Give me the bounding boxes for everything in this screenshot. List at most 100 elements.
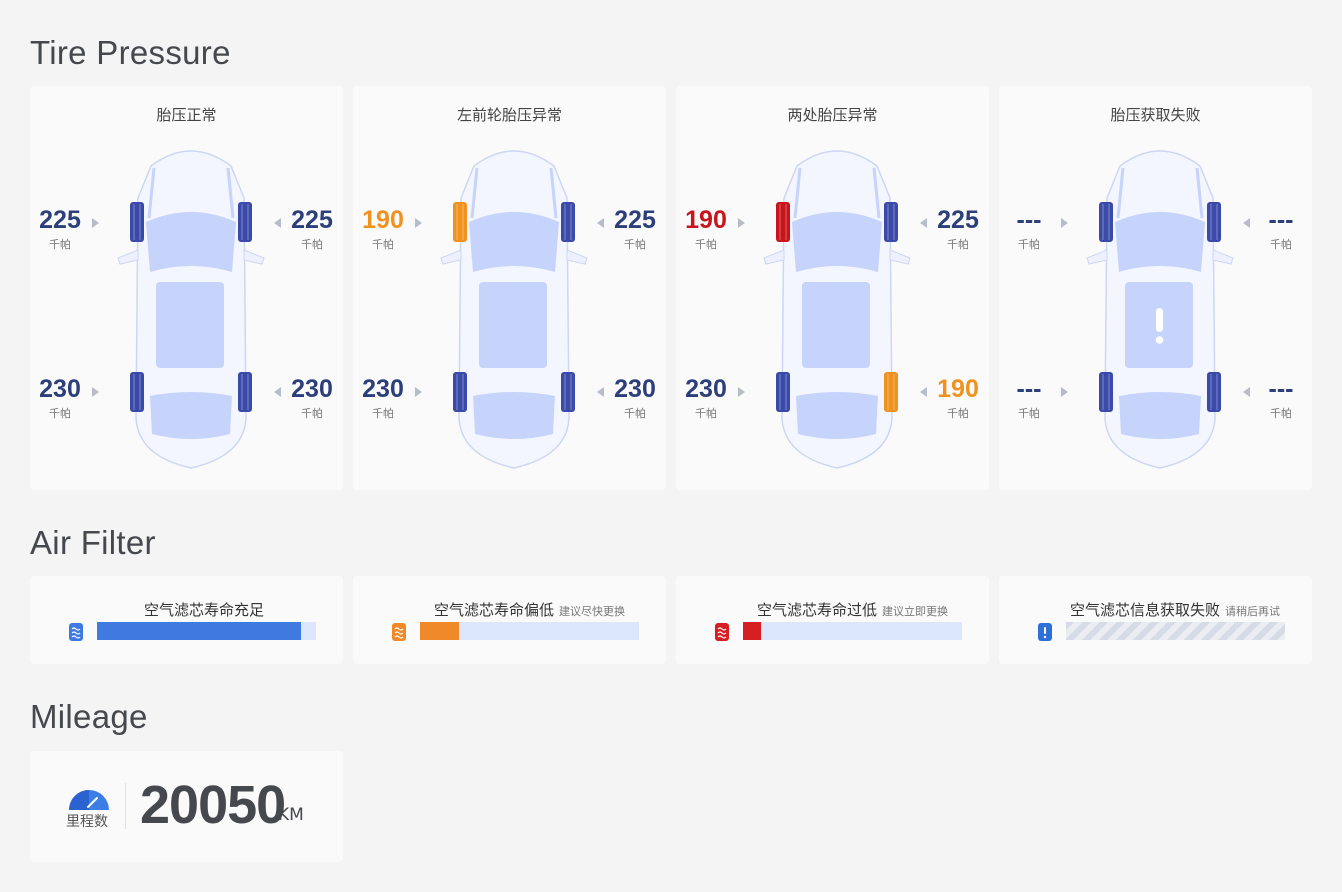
tire-pressure-card[interactable]: 胎压获取失败 --- 千帕 --- 千帕 --- 千帕 --- 千帕: [999, 86, 1312, 490]
reading-rear-left: 230 千帕: [353, 375, 413, 421]
filter-alert-icon: [1038, 623, 1052, 641]
reading-rear-right: 230 千帕: [605, 375, 665, 421]
pressure-unit: 千帕: [1018, 407, 1040, 420]
pressure-unit: 千帕: [1270, 407, 1292, 420]
filter-orange-icon: [392, 623, 406, 641]
pressure-unit: 千帕: [695, 238, 717, 251]
arrow-right-icon: [415, 387, 422, 397]
pressure-unit: 千帕: [624, 407, 646, 420]
arrow-right-icon: [415, 218, 422, 228]
reading-rear-left: 230 千帕: [676, 375, 736, 421]
pressure-unit: 千帕: [1270, 238, 1292, 251]
tire-card-title: 左前轮胎压异常: [456, 106, 562, 124]
mileage-value: 20050: [140, 775, 286, 835]
pressure-unit: 千帕: [1018, 238, 1040, 251]
pressure-value: ---: [1268, 375, 1294, 403]
arrow-left-icon: [1243, 387, 1250, 397]
pressure-value: 230: [614, 375, 656, 403]
air-filter-life-fill: [97, 622, 301, 640]
mileage-card[interactable]: 里程数 20050 KM: [30, 751, 343, 862]
reading-front-left: 190 千帕: [353, 206, 413, 252]
reading-front-left: 190 千帕: [676, 206, 736, 252]
pressure-unit: 千帕: [372, 238, 394, 251]
tire-pressure-card[interactable]: 两处胎压异常 190 千帕 225 千帕 230 千帕 190 千帕: [676, 86, 989, 490]
pressure-unit: 千帕: [695, 407, 717, 420]
pressure-value: ---: [1268, 206, 1294, 234]
air-filter-advice: 请稍后再试: [1225, 605, 1281, 618]
pressure-unit: 千帕: [372, 407, 394, 420]
arrow-right-icon: [738, 387, 745, 397]
arrow-left-icon: [274, 387, 281, 397]
air-filter-status-text: 空气滤芯寿命充足: [144, 601, 265, 619]
pressure-value: 230: [39, 375, 81, 403]
arrow-left-icon: [597, 218, 604, 228]
reading-front-left: --- 千帕: [999, 206, 1059, 252]
arrow-right-icon: [1061, 218, 1068, 228]
arrow-left-icon: [597, 387, 604, 397]
reading-front-right: 225 千帕: [605, 206, 665, 252]
air-filter-status: 空气滤芯寿命过低 建议立即更换: [757, 599, 948, 620]
arrow-right-icon: [92, 218, 99, 228]
pressure-unit: 千帕: [301, 238, 323, 251]
exclamation-icon: [1155, 308, 1164, 344]
pressure-value: 225: [39, 206, 81, 234]
car-top-view-icon: [1086, 150, 1234, 469]
pressure-value: 190: [685, 206, 727, 234]
pressure-value: 230: [685, 375, 727, 403]
arrow-right-icon: [92, 387, 99, 397]
pressure-unit: 千帕: [947, 407, 969, 420]
arrow-left-icon: [920, 387, 927, 397]
air-filter-life-fill: [743, 622, 761, 640]
pressure-value: 230: [362, 375, 404, 403]
pressure-value: 190: [362, 206, 404, 234]
filter-red-icon: [715, 623, 729, 641]
air-filter-status-text: 空气滤芯信息获取失败: [1070, 601, 1221, 619]
air-filter-status-text: 空气滤芯寿命偏低: [434, 601, 555, 619]
reading-front-right: --- 千帕: [1251, 206, 1311, 252]
reading-front-right: 225 千帕: [928, 206, 988, 252]
arrow-right-icon: [738, 218, 745, 228]
air-filter-life-bar: [1066, 622, 1285, 640]
tire-pressure-card[interactable]: 左前轮胎压异常 190 千帕 225 千帕 230 千帕 230 千帕: [353, 86, 666, 490]
divider: [125, 783, 126, 829]
pressure-unit: 千帕: [49, 407, 71, 420]
reading-front-right: 225 千帕: [282, 206, 342, 252]
pressure-value: ---: [1016, 375, 1042, 403]
air-filter-advice: 建议立即更换: [882, 605, 949, 618]
pressure-value: 225: [614, 206, 656, 234]
car-top-view-icon: [440, 150, 588, 469]
air-filter-card[interactable]: 空气滤芯寿命过低 建议立即更换: [676, 576, 989, 664]
pressure-value: 225: [937, 206, 979, 234]
section-title-air-filter: Air Filter: [30, 524, 156, 561]
pressure-value: 225: [291, 206, 333, 234]
reading-rear-right: --- 千帕: [1251, 375, 1311, 421]
air-filter-status-text: 空气滤芯寿命过低: [757, 601, 878, 619]
air-filter-life-bar: [97, 622, 316, 640]
pressure-unit: 千帕: [301, 407, 323, 420]
reading-front-left: 225 千帕: [30, 206, 90, 252]
arrow-left-icon: [1243, 218, 1250, 228]
reading-rear-right: 230 千帕: [282, 375, 342, 421]
air-filter-status: 空气滤芯寿命充足: [144, 599, 269, 620]
pressure-value: 230: [291, 375, 333, 403]
arrow-right-icon: [1061, 387, 1068, 397]
pressure-value: ---: [1016, 206, 1042, 234]
arrow-left-icon: [274, 218, 281, 228]
odometer-gauge-icon: [69, 790, 109, 810]
air-filter-life-fill: [420, 622, 460, 640]
car-top-view-icon: [763, 150, 911, 469]
air-filter-life-bar: [743, 622, 962, 640]
tire-card-title: 胎压获取失败: [1110, 106, 1201, 124]
reading-rear-left: --- 千帕: [999, 375, 1059, 421]
air-filter-card[interactable]: 空气滤芯寿命充足: [30, 576, 343, 664]
car-top-view-icon: [117, 150, 265, 469]
tire-pressure-card[interactable]: 胎压正常 225 千帕 225 千帕 230 千帕 230 千帕: [30, 86, 343, 490]
air-filter-card[interactable]: 空气滤芯信息获取失败 请稍后再试: [999, 576, 1312, 664]
pressure-unit: 千帕: [624, 238, 646, 251]
section-title-tire-pressure: Tire Pressure: [30, 34, 231, 71]
air-filter-card[interactable]: 空气滤芯寿命偏低 建议尽快更换: [353, 576, 666, 664]
section-title-mileage: Mileage: [30, 698, 148, 735]
pressure-unit: 千帕: [49, 238, 71, 251]
pressure-unit: 千帕: [947, 238, 969, 251]
reading-rear-right: 190 千帕: [928, 375, 988, 421]
